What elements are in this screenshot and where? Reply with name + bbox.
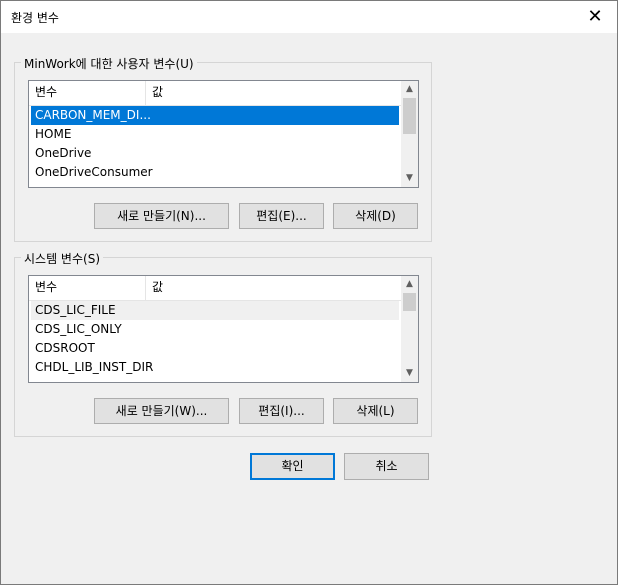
- system-variable-row[interactable]: CDS_LIC_ONLY: [31, 320, 399, 339]
- ok-button[interactable]: 확인: [250, 453, 335, 480]
- system-variables-label: 시스템 변수(S): [21, 250, 103, 267]
- user-variable-row[interactable]: HOME: [31, 125, 399, 144]
- chevron-down-icon[interactable]: ▼: [401, 365, 418, 382]
- column-header-value[interactable]: 값: [146, 276, 392, 300]
- system-variable-row[interactable]: CHDL_LIB_INST_DIR: [31, 358, 399, 377]
- user-edit-button[interactable]: 편집(E)...: [239, 203, 324, 229]
- system-new-button[interactable]: 새로 만들기(W)...: [94, 398, 229, 424]
- column-header-variable[interactable]: 변수: [29, 276, 145, 300]
- user-variables-group: MinWork에 대한 사용자 변수(U) 변수 값 CARBON_MEM_DI…: [14, 55, 432, 242]
- close-icon: ✕: [587, 6, 603, 27]
- user-delete-button[interactable]: 삭제(D): [333, 203, 418, 229]
- column-header-value[interactable]: 값: [146, 81, 392, 105]
- user-variable-row[interactable]: OneDriveConsumer: [31, 163, 399, 182]
- chevron-up-icon[interactable]: ▲: [401, 81, 418, 98]
- user-variables-scrollbar[interactable]: ▲ ▼: [401, 81, 418, 187]
- system-edit-button[interactable]: 편집(I)...: [239, 398, 324, 424]
- chevron-down-icon[interactable]: ▼: [401, 170, 418, 187]
- system-variables-header: 변수 값: [29, 276, 418, 301]
- system-variables-scrollbar[interactable]: ▲ ▼: [401, 276, 418, 382]
- system-variable-row[interactable]: CDSROOT: [31, 339, 399, 358]
- user-variables-label: MinWork에 대한 사용자 변수(U): [21, 55, 197, 72]
- scrollbar-thumb[interactable]: [403, 98, 416, 134]
- user-variable-row[interactable]: CARBON_MEM_DI...: [31, 106, 399, 125]
- scrollbar-thumb[interactable]: [403, 293, 416, 311]
- environment-variables-dialog: 환경 변수 ✕ MinWork에 대한 사용자 변수(U) 변수 값 CARBO…: [0, 0, 618, 585]
- user-new-button[interactable]: 새로 만들기(N)...: [94, 203, 229, 229]
- chevron-up-icon[interactable]: ▲: [401, 276, 418, 293]
- system-variables-list[interactable]: 변수 값 CDS_LIC_FILE CDS_LIC_ONLY CDSROOT C…: [28, 275, 419, 383]
- close-button[interactable]: ✕: [573, 1, 617, 33]
- title-bar: 환경 변수 ✕: [1, 1, 617, 33]
- column-header-variable[interactable]: 변수: [29, 81, 145, 105]
- cancel-button[interactable]: 취소: [344, 453, 429, 480]
- user-variables-list[interactable]: 변수 값 CARBON_MEM_DI... HOME OneDrive OneD…: [28, 80, 419, 188]
- user-variable-row[interactable]: OneDrive: [31, 144, 399, 163]
- system-delete-button[interactable]: 삭제(L): [333, 398, 418, 424]
- system-variables-group: 시스템 변수(S) 변수 값 CDS_LIC_FILE CDS_LIC_ONLY…: [14, 250, 432, 437]
- window-title: 환경 변수: [11, 11, 59, 25]
- system-variable-row[interactable]: CDS_LIC_FILE: [31, 301, 399, 320]
- user-variables-header: 변수 값: [29, 81, 418, 106]
